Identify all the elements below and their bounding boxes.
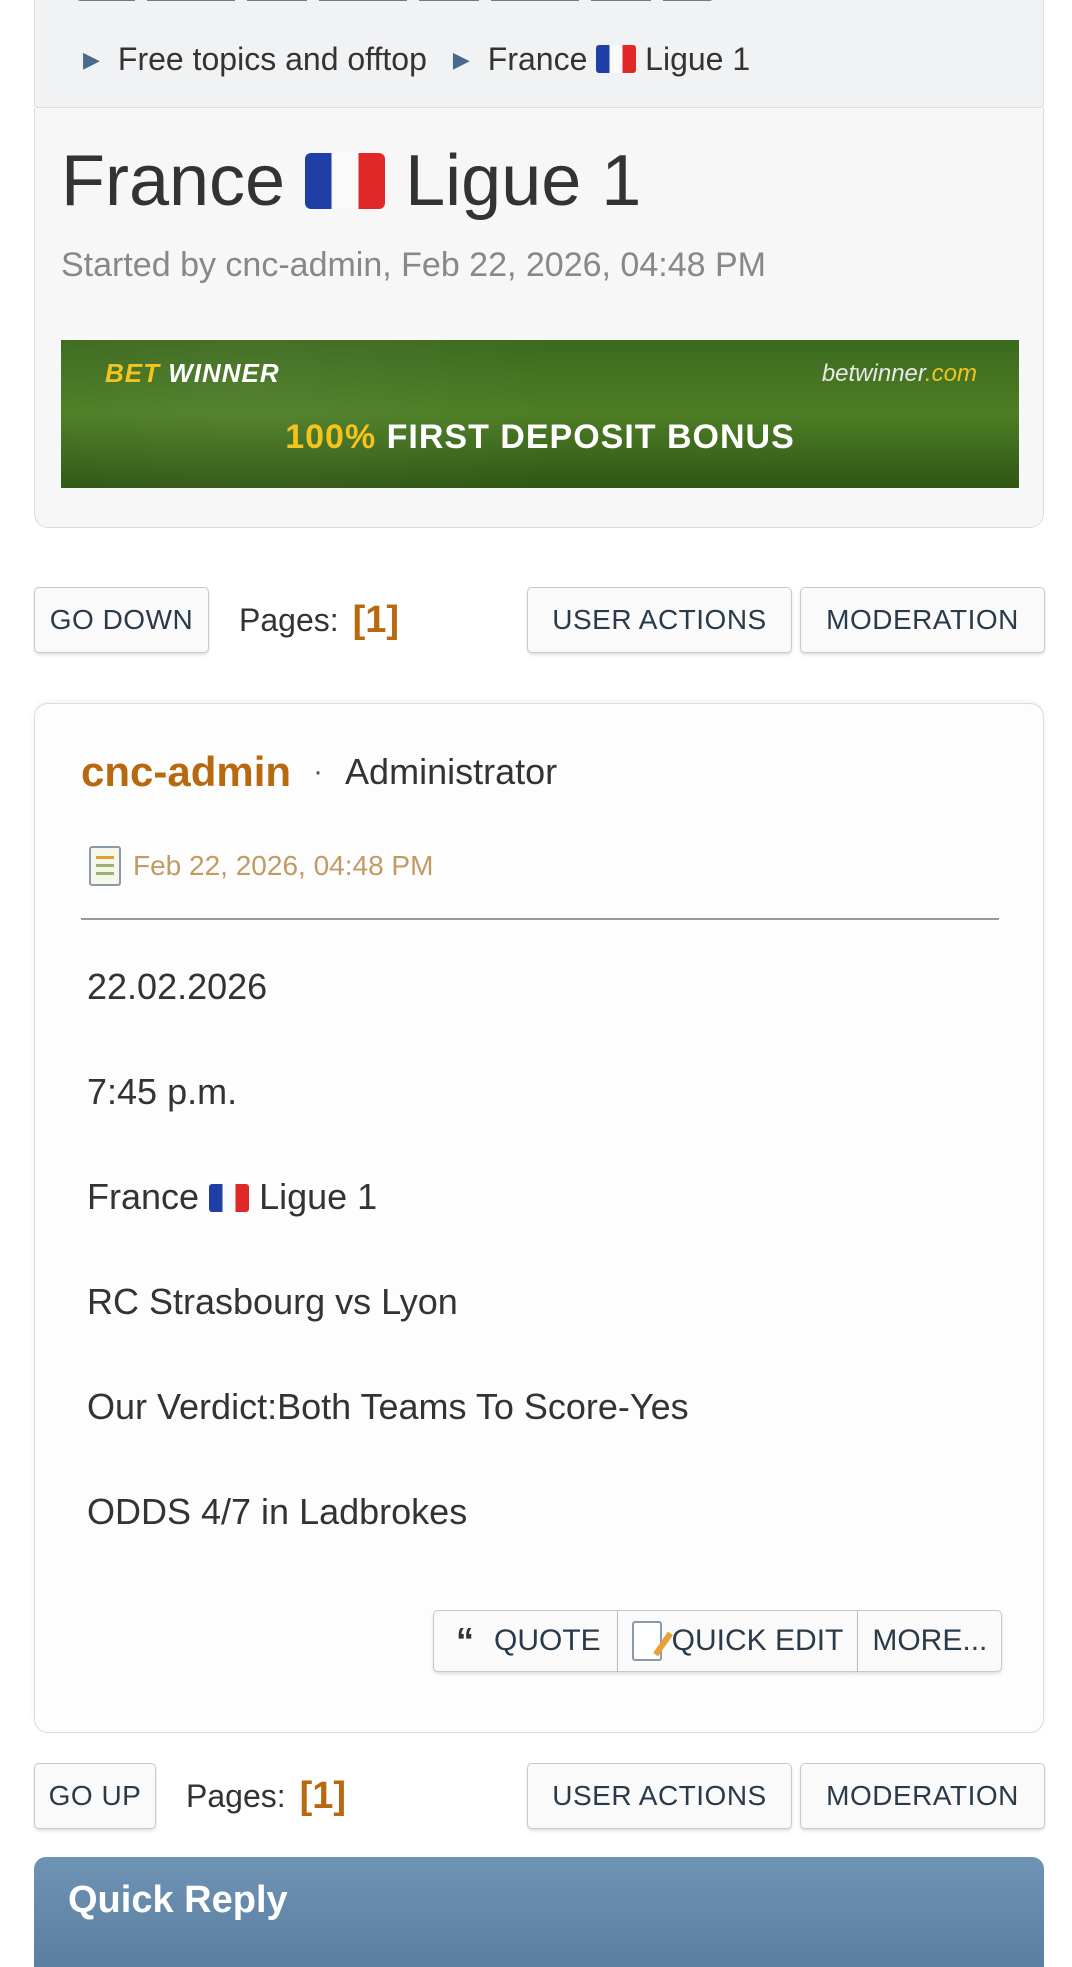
post-date-text: Feb 22, 2026, 04:48 PM [133,850,434,881]
post-body: 22.02.2026 7:45 p.m. France Ligue 1 RC S… [87,962,689,1592]
quick-edit-label: QUICK EDIT [671,1624,844,1657]
page-number-current[interactable]: [1] [353,599,399,642]
post-actions: “ QUOTE QUICK EDIT MORE... [433,1610,1003,1672]
quick-edit-button[interactable]: QUICK EDIT [617,1610,859,1672]
betwinner-ad-banner[interactable]: BET WINNER betwinner.com 100% FIRST DEPO… [61,340,1019,488]
pages-label: Pages: [186,1777,286,1814]
pages-label: Pages: [239,601,339,638]
pagination-top: Pages: [1] [239,595,399,645]
breadcrumb-link-france-ligue1[interactable]: France Ligue 1 [488,41,750,78]
user-actions-button[interactable]: USER ACTIONS [527,587,792,653]
post-line-league: France Ligue 1 [87,1176,378,1217]
quick-reply-header[interactable]: Quick Reply [34,1857,1044,1967]
post-line-odds: ODDS 4/7 in Ladbrokes [87,1491,468,1532]
more-button[interactable]: MORE... [858,1610,1003,1672]
quote-label: QUOTE [494,1624,601,1657]
document-icon [89,846,121,886]
page-title: France Ligue 1 [61,140,641,222]
post-date[interactable]: Feb 22, 2026, 04:48 PM [89,846,433,886]
topic-meta: Started by cnc-admin, Feb 22, 2026, 04:4… [61,246,766,284]
breadcrumb-arrow-icon: ▶ [83,46,100,72]
go-up-button[interactable]: GO UP [34,1763,156,1829]
france-flag-icon [209,1184,250,1212]
france-flag-icon [305,153,386,209]
breadcrumb: ▶ Free topics and offtop ▶ France Ligue … [34,0,1044,108]
poster-role: Administrator [345,751,558,792]
quote-icon: “ [456,1620,474,1661]
breadcrumb-link-label-pre: France [487,41,588,77]
quote-button[interactable]: “ QUOTE [433,1610,618,1672]
poster-separator: · [313,755,324,788]
edit-icon [631,1621,662,1661]
moderation-button[interactable]: MODERATION [800,1763,1045,1829]
france-flag-icon [596,45,637,73]
post-divider [81,918,999,920]
page-title-pre: France [61,141,286,221]
page-title-post: Ligue 1 [405,141,642,221]
breadcrumb-row: ▶ Free topics and offtop ▶ France Ligue … [83,41,776,78]
breadcrumb-link-label-post: Ligue 1 [645,41,751,77]
post-line-time: 7:45 p.m. [87,1071,238,1112]
poster-name-link[interactable]: cnc-admin [81,748,291,796]
clipped-text-line [75,0,775,3]
post: cnc-admin · Administrator Feb 22, 2026, … [34,703,1044,1733]
moderation-button[interactable]: MODERATION [800,587,1045,653]
breadcrumb-arrow-icon: ▶ [452,46,470,72]
post-line-verdict: Our Verdict:Both Teams To Score-Yes [87,1386,689,1427]
banner-headline: 100% FIRST DEPOSIT BONUS [285,418,795,456]
topic-header: France Ligue 1 Started by cnc-admin, Feb… [34,108,1044,528]
breadcrumb-link-free-topics[interactable]: Free topics and offtop [118,41,427,78]
page-number-current[interactable]: [1] [300,1775,346,1818]
banner-brand-logo: BET WINNER [105,358,280,388]
user-actions-button[interactable]: USER ACTIONS [527,1763,792,1829]
go-down-button[interactable]: GO DOWN [34,587,209,653]
pagination-bottom: Pages: [1] [186,1771,346,1821]
quick-reply-title: Quick Reply [68,1879,288,1921]
banner-site-text: betwinner.com [821,360,977,387]
post-line-date: 22.02.2026 [87,966,268,1007]
poster-info: cnc-admin · Administrator [81,748,557,796]
post-line-match: RC Strasbourg vs Lyon [87,1281,458,1322]
